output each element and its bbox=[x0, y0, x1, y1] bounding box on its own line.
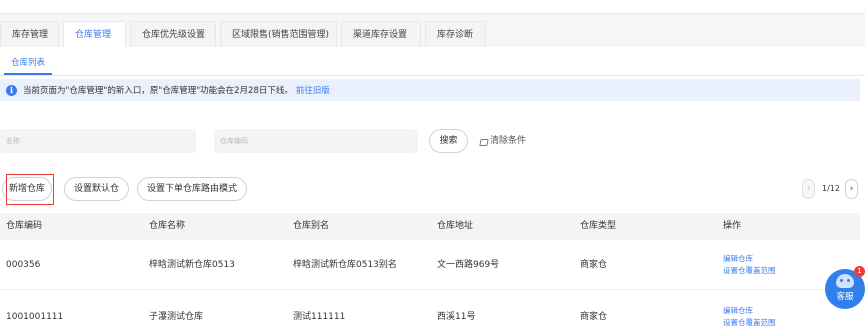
search-button[interactable]: 搜索 bbox=[429, 129, 468, 153]
row-actions: 编辑仓库 设置仓覆盖范围 bbox=[723, 253, 776, 277]
content-panel: 仓库列表 i 当前页面为"仓库管理"的新入口，原"仓库管理"功能会在2月28日下… bbox=[0, 47, 865, 336]
cell-code: 1001001111 bbox=[6, 312, 64, 322]
cell-type: 商家仓 bbox=[580, 312, 608, 322]
tab-inventory-diagnosis[interactable]: 库存诊断 bbox=[425, 21, 486, 47]
edit-warehouse-link[interactable]: 编辑仓库 bbox=[723, 253, 776, 265]
page-indicator: 1/12 bbox=[822, 184, 840, 193]
tab-warehouse-management[interactable]: 仓库管理 bbox=[63, 21, 126, 47]
set-default-warehouse-button[interactable]: 设置默认仓 bbox=[64, 177, 129, 201]
top-bar bbox=[0, 0, 865, 14]
set-coverage-link[interactable]: 设置仓覆盖范围 bbox=[723, 265, 776, 277]
clear-conditions-button[interactable]: 清除条件 bbox=[480, 129, 526, 153]
subtab-warehouse-list[interactable]: 仓库列表 bbox=[4, 51, 52, 75]
highlight-box bbox=[6, 174, 54, 205]
set-routing-mode-button[interactable]: 设置下单仓库路由模式 bbox=[137, 177, 247, 201]
header-code: 仓库编码 bbox=[6, 221, 43, 231]
header-type: 仓库类型 bbox=[580, 221, 617, 231]
table-row: 000356 梓晗测试新仓库0513 梓晗测试新仓库0513别名 文一西路969… bbox=[0, 240, 860, 290]
header-actions: 操作 bbox=[723, 221, 742, 231]
header-name: 仓库名称 bbox=[149, 221, 186, 231]
cell-alias: 测试111111 bbox=[293, 312, 346, 322]
notice-banner: i 当前页面为"仓库管理"的新入口，原"仓库管理"功能会在2月28日下线。 前往… bbox=[0, 79, 860, 101]
set-coverage-link[interactable]: 设置仓覆盖范围 bbox=[723, 317, 776, 329]
edit-warehouse-link[interactable]: 编辑仓库 bbox=[723, 305, 776, 317]
row-actions: 编辑仓库 设置仓覆盖范围 bbox=[723, 305, 776, 329]
table-row: 1001001111 子瀑测试仓库 测试111111 西溪11号 商家仓 编辑仓… bbox=[0, 292, 860, 336]
support-bot-icon bbox=[836, 274, 854, 288]
cell-name: 梓晗测试新仓库0513 bbox=[149, 260, 235, 270]
name-input[interactable]: 名称 bbox=[0, 129, 196, 153]
cell-alias: 梓晗测试新仓库0513别名 bbox=[293, 260, 397, 270]
tab-warehouse-priority[interactable]: 仓库优先级设置 bbox=[130, 21, 216, 47]
header-alias: 仓库别名 bbox=[293, 221, 330, 231]
main-tabs: 库存管理 仓库管理 仓库优先级设置 区域限售(销售范围管理) 渠道库存设置 库存… bbox=[0, 21, 490, 47]
eraser-icon bbox=[480, 137, 488, 145]
cell-type: 商家仓 bbox=[580, 260, 608, 270]
old-version-link[interactable]: 前往旧版 bbox=[296, 84, 330, 96]
notification-badge: 1 bbox=[854, 266, 865, 277]
tab-channel-inventory[interactable]: 渠道库存设置 bbox=[341, 21, 421, 47]
notice-text: 当前页面为"仓库管理"的新入口，原"仓库管理"功能会在2月28日下线。 bbox=[23, 86, 293, 96]
prev-page-button[interactable]: ‹ bbox=[802, 179, 815, 199]
tab-inventory-management[interactable]: 库存管理 bbox=[0, 21, 59, 47]
subtab-divider bbox=[0, 75, 865, 76]
info-icon: i bbox=[6, 84, 17, 96]
next-page-button[interactable]: › bbox=[845, 179, 858, 199]
cell-address: 西溪11号 bbox=[437, 312, 476, 322]
tab-regional-sales-limit[interactable]: 区域限售(销售范围管理) bbox=[220, 21, 337, 47]
customer-service-label: 客服 bbox=[836, 292, 854, 302]
header-address: 仓库地址 bbox=[437, 221, 474, 231]
clear-conditions-label: 清除条件 bbox=[490, 136, 527, 146]
table-header: 仓库编码 仓库名称 仓库别名 仓库地址 仓库类型 操作 bbox=[0, 213, 860, 240]
warehouse-code-input[interactable]: 仓库编码 bbox=[214, 129, 418, 153]
cell-code: 000356 bbox=[6, 260, 41, 270]
cell-address: 文一西路969号 bbox=[437, 260, 500, 270]
cell-name: 子瀑测试仓库 bbox=[149, 312, 204, 322]
